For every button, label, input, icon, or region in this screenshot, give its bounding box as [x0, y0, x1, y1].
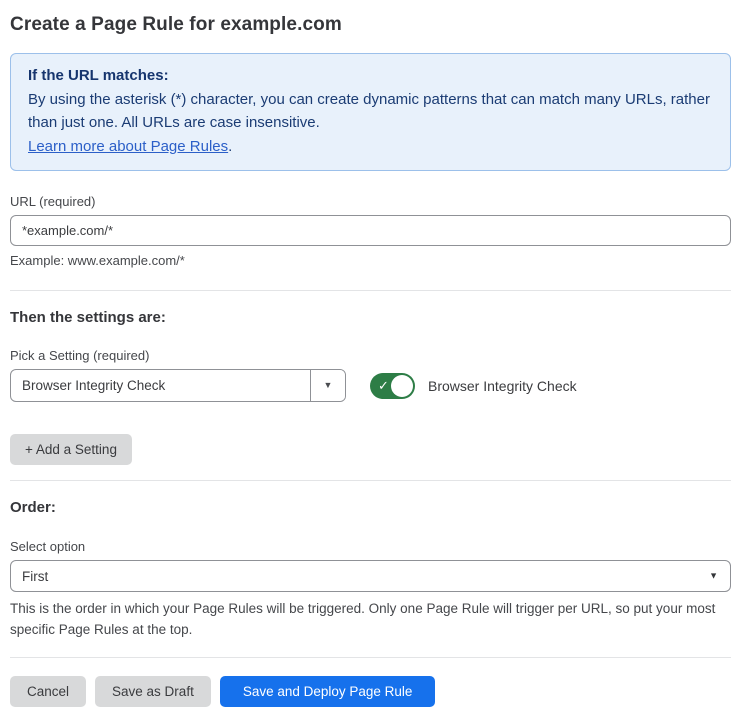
pick-setting-label: Pick a Setting (required): [10, 348, 731, 363]
info-box-heading: If the URL matches:: [28, 64, 713, 88]
url-example-text: Example: www.example.com/*: [10, 253, 731, 268]
create-page-rule-form: Create a Page Rule for example.com If th…: [0, 0, 750, 720]
info-box-link-line: Learn more about Page Rules.: [28, 135, 713, 159]
divider: [10, 657, 731, 658]
chevron-down-icon: ▼: [324, 381, 333, 390]
order-select[interactable]: First ▼: [10, 560, 731, 592]
chevron-down-icon: ▼: [709, 572, 718, 581]
save-as-draft-button[interactable]: Save as Draft: [95, 676, 211, 707]
browser-integrity-toggle[interactable]: ✓: [370, 373, 415, 399]
divider: [10, 480, 731, 481]
divider: [10, 290, 731, 291]
page-title: Create a Page Rule for example.com: [10, 14, 731, 36]
setting-row: Browser Integrity Check ▼ ✓ Browser Inte…: [10, 369, 731, 402]
order-help-text: This is the order in which your Page Rul…: [10, 598, 731, 640]
order-select-value: First: [22, 569, 48, 584]
url-input[interactable]: [10, 215, 731, 246]
select-option-label: Select option: [10, 539, 731, 554]
link-suffix: .: [228, 138, 232, 155]
toggle-label: Browser Integrity Check: [428, 378, 577, 394]
learn-more-link[interactable]: Learn more about Page Rules: [28, 138, 228, 155]
form-actions: Cancel Save as Draft Save and Deploy Pag…: [10, 676, 731, 707]
check-icon: ✓: [378, 379, 389, 392]
url-field-label: URL (required): [10, 194, 731, 209]
setting-dropdown[interactable]: Browser Integrity Check ▼: [10, 369, 346, 402]
url-match-info-box: If the URL matches: By using the asteris…: [10, 53, 731, 171]
setting-dropdown-value: Browser Integrity Check: [11, 370, 310, 401]
add-setting-button[interactable]: + Add a Setting: [10, 434, 132, 465]
toggle-knob: [391, 375, 413, 397]
cancel-button[interactable]: Cancel: [10, 676, 86, 707]
info-box-body: By using the asterisk (*) character, you…: [28, 88, 713, 135]
save-and-deploy-button[interactable]: Save and Deploy Page Rule: [220, 676, 436, 707]
settings-section-heading: Then the settings are:: [10, 309, 731, 326]
setting-dropdown-arrow-button[interactable]: ▼: [310, 370, 345, 401]
order-section-heading: Order:: [10, 499, 731, 516]
